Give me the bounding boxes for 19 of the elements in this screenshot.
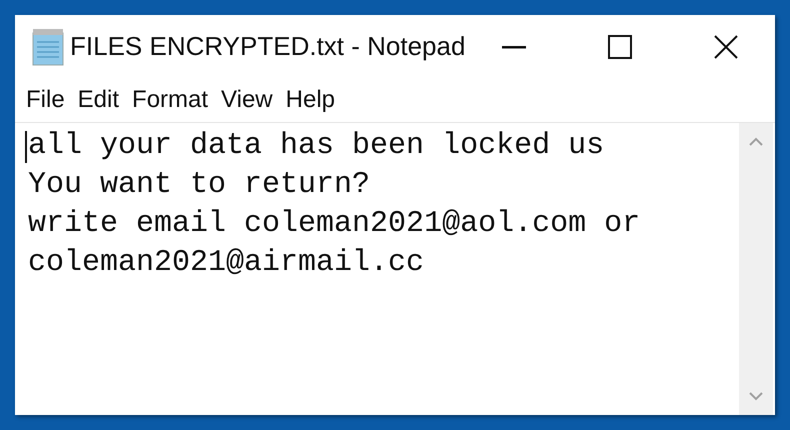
menu-item[interactable]: File	[21, 82, 70, 118]
scroll-up-icon[interactable]	[749, 137, 763, 146]
close-icon	[714, 34, 738, 58]
text-line: You want to return?	[28, 167, 370, 204]
text-editor[interactable]: all your data has been locked us You want to return? write email coleman2021@aol.com or coleman2021@airmail.cc	[15, 123, 739, 415]
notepad-icon	[31, 28, 66, 66]
menu-item[interactable]: Help	[280, 82, 340, 118]
menu-item[interactable]: Edit	[72, 82, 124, 118]
minimize-icon	[502, 44, 526, 48]
window-title: FILES ENCRYPTED.txt - Notepad	[70, 30, 466, 63]
menu-item[interactable]: View	[216, 82, 278, 118]
text-line: write email coleman2021@aol.com or	[28, 206, 640, 243]
maximize-icon	[608, 34, 632, 58]
menu-item[interactable]: Format	[127, 82, 214, 118]
scrollbar[interactable]	[739, 123, 773, 415]
scroll-down-icon[interactable]	[749, 392, 763, 401]
text-line: all your data has been locked us	[28, 128, 604, 165]
text-line: coleman2021@airmail.cc	[28, 245, 424, 282]
text-cursor	[25, 131, 27, 163]
